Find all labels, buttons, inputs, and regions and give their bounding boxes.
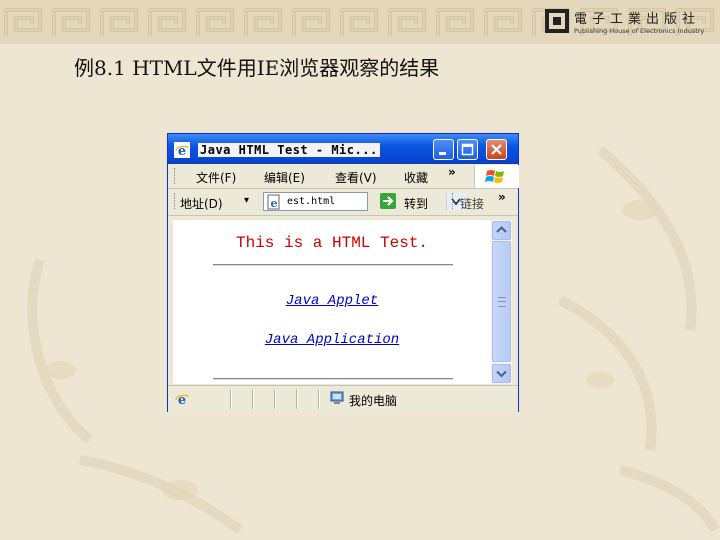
scroll-thumb-grip-icon [498, 297, 506, 307]
publisher-emblem-icon [545, 9, 569, 33]
scroll-down-button[interactable] [492, 364, 511, 383]
go-button[interactable]: 转到 [404, 195, 428, 212]
browser-window: e Java HTML Test - Mic... 文件(F) 编辑(E) 查看… [167, 133, 519, 412]
link-java-applet[interactable]: Java Applet [173, 293, 491, 309]
chevron-down-icon [496, 370, 507, 378]
maximize-icon [461, 143, 474, 156]
publisher-name-en: Publishing House of Electronics Industry [574, 27, 705, 35]
page-content: This is a HTML Test. Java Applet Java Ap… [173, 220, 491, 384]
menu-view[interactable]: 查看(V) [335, 169, 377, 186]
scroll-thumb[interactable] [492, 241, 511, 362]
publisher-name: 電子工業出版社 [574, 12, 701, 27]
minimize-icon [439, 152, 446, 155]
address-grip[interactable] [174, 193, 177, 209]
toolbar-grip[interactable] [174, 168, 177, 184]
menu-edit[interactable]: 编辑(E) [264, 169, 305, 186]
ie-icon[interactable]: e [174, 142, 190, 158]
minimize-button[interactable] [433, 139, 454, 160]
scroll-up-button[interactable] [492, 221, 511, 240]
vertical-scrollbar[interactable] [491, 220, 512, 384]
publisher-logo: 電子工業出版社 Publishing House of Electronics … [544, 8, 714, 40]
links-button[interactable]: 链接 [460, 195, 484, 212]
address-input[interactable]: e est.html [263, 192, 465, 211]
status-divider [274, 389, 276, 409]
menu-bar: 文件(F) 编辑(E) 查看(V) 收藏 » [168, 164, 519, 189]
address-url: est.html [287, 196, 336, 207]
address-bar: 地址(D) ▾ e est.html 转到 链接 » [168, 189, 518, 216]
menu-file[interactable]: 文件(F) [196, 169, 236, 186]
window-title: Java HTML Test - Mic... [198, 143, 380, 157]
menu-more-chevron[interactable]: » [448, 165, 456, 179]
close-button[interactable] [486, 139, 507, 160]
status-divider [318, 389, 320, 409]
my-computer-icon [330, 391, 344, 404]
windows-logo [485, 170, 504, 183]
go-arrow-icon[interactable] [380, 193, 396, 209]
horizontal-rule [213, 264, 453, 266]
title-bar[interactable]: e Java HTML Test - Mic... [168, 134, 518, 164]
windows-logo-panel [474, 165, 519, 188]
close-icon [491, 144, 502, 155]
page-icon: e [267, 194, 280, 210]
link-java-application[interactable]: Java Application [173, 332, 491, 348]
horizontal-rule [213, 378, 453, 380]
status-bar: e 我的电脑 [168, 385, 518, 412]
slide-title: 例8.1 HTML文件用IE浏览器观察的结果 [74, 56, 440, 80]
menu-favorites[interactable]: 收藏 [404, 169, 428, 186]
address-menu-chevron[interactable]: ▾ [244, 195, 249, 206]
page-heading: This is a HTML Test. [235, 234, 429, 252]
status-divider [296, 389, 298, 409]
status-divider [230, 389, 232, 409]
chevron-up-icon [496, 226, 507, 233]
links-grip[interactable] [452, 193, 455, 209]
status-zone-label: 我的电脑 [349, 394, 398, 408]
address-label: 地址(D) [180, 197, 223, 211]
links-more-chevron[interactable]: » [498, 190, 506, 204]
svg-text:e: e [271, 197, 278, 210]
status-divider [252, 389, 254, 409]
maximize-button[interactable] [457, 139, 478, 160]
ie-status-icon: e [175, 393, 189, 407]
